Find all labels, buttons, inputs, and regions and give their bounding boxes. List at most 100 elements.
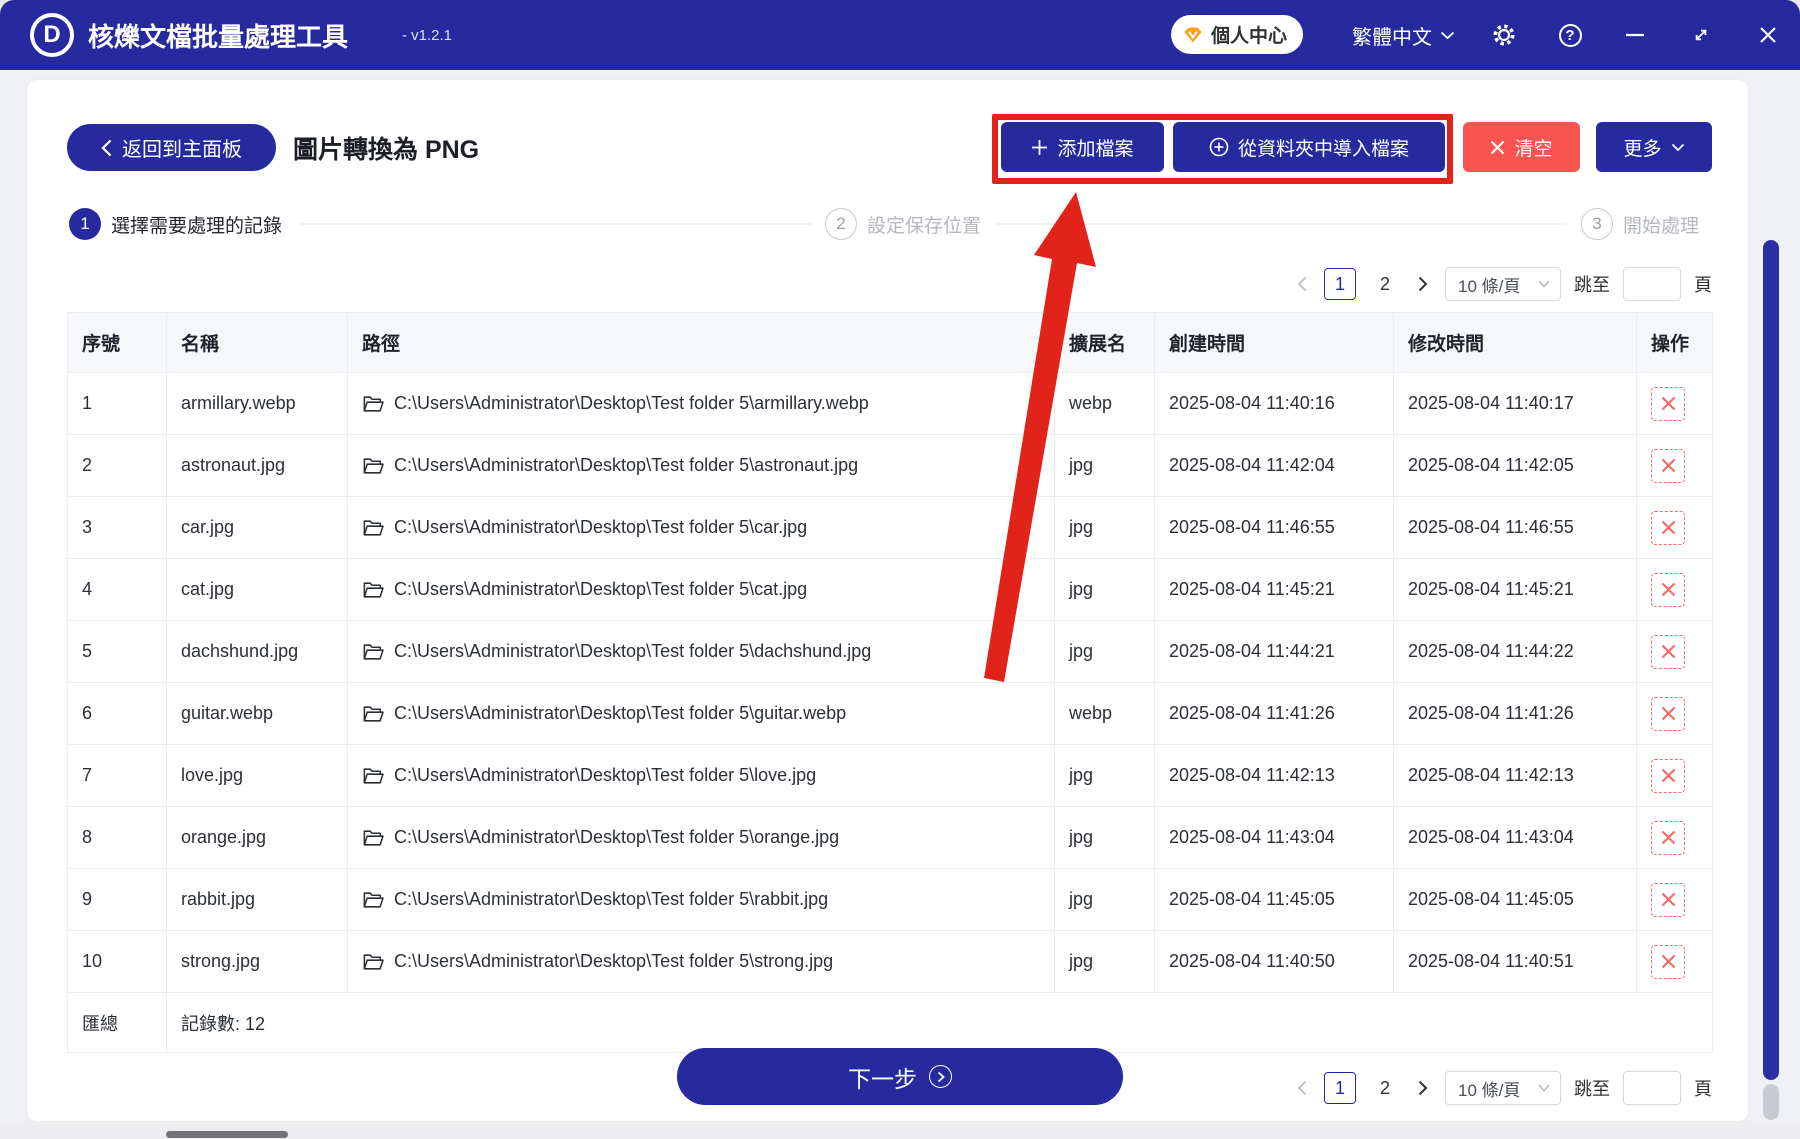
cell-index: 10 bbox=[68, 931, 167, 993]
page-1-button[interactable]: 1 bbox=[1324, 268, 1356, 300]
prev-page-button[interactable] bbox=[1293, 268, 1311, 300]
cell-ext: jpg bbox=[1055, 435, 1155, 497]
table-row: 5 dachshund.jpg C:\Users\Administrator\D… bbox=[68, 621, 1713, 683]
cell-created: 2025-08-04 11:41:26 bbox=[1155, 683, 1394, 745]
delete-x-icon bbox=[1661, 954, 1676, 969]
add-files-button[interactable]: 添加檔案 bbox=[1001, 122, 1164, 172]
table-row: 8 orange.jpg C:\Users\Administrator\Desk… bbox=[68, 807, 1713, 869]
cell-name: love.jpg bbox=[167, 745, 348, 807]
page-size-select[interactable]: 10 條/頁 bbox=[1445, 1071, 1561, 1105]
delete-row-button[interactable] bbox=[1651, 759, 1685, 793]
prev-page-button[interactable] bbox=[1293, 1072, 1311, 1104]
cell-created: 2025-08-04 11:40:16 bbox=[1155, 373, 1394, 435]
circle-plus-icon bbox=[1209, 137, 1229, 157]
cell-created: 2025-08-04 11:42:13 bbox=[1155, 745, 1394, 807]
table-row: 1 armillary.webp C:\Users\Administrator\… bbox=[68, 373, 1713, 435]
back-to-dashboard-button[interactable]: 返回到主面板 bbox=[67, 124, 276, 171]
delete-x-icon bbox=[1661, 520, 1676, 535]
file-path: C:\Users\Administrator\Desktop\Test fold… bbox=[394, 765, 816, 786]
open-folder-icon bbox=[362, 580, 384, 600]
settings-button[interactable] bbox=[1486, 0, 1522, 70]
cell-path: C:\Users\Administrator\Desktop\Test fold… bbox=[348, 435, 1055, 497]
maximize-icon bbox=[1692, 26, 1710, 44]
vip-gem-icon bbox=[1183, 26, 1203, 44]
delete-row-button[interactable] bbox=[1651, 387, 1685, 421]
cell-ext: jpg bbox=[1055, 745, 1155, 807]
cell-created: 2025-08-04 11:46:55 bbox=[1155, 497, 1394, 559]
next-step-button[interactable]: 下一步 bbox=[677, 1048, 1123, 1105]
delete-row-button[interactable] bbox=[1651, 449, 1685, 483]
cell-actions bbox=[1637, 807, 1713, 869]
next-page-button[interactable] bbox=[1414, 268, 1432, 300]
delete-row-button[interactable] bbox=[1651, 573, 1685, 607]
summary-value: 記錄數: 12 bbox=[167, 993, 1713, 1053]
delete-row-button[interactable] bbox=[1651, 945, 1685, 979]
user-center-button[interactable]: 個人中心 bbox=[1171, 15, 1303, 54]
open-folder-icon bbox=[362, 394, 384, 414]
cell-path: C:\Users\Administrator\Desktop\Test fold… bbox=[348, 497, 1055, 559]
cell-modified: 2025-08-04 11:45:05 bbox=[1394, 869, 1637, 931]
col-header-actions: 操作 bbox=[1637, 313, 1713, 373]
col-header-name: 名稱 bbox=[167, 313, 348, 373]
cell-created: 2025-08-04 11:45:21 bbox=[1155, 559, 1394, 621]
help-icon: ? bbox=[1559, 24, 1582, 47]
chevron-down-icon bbox=[1538, 280, 1550, 288]
cell-modified: 2025-08-04 11:41:26 bbox=[1394, 683, 1637, 745]
delete-x-icon bbox=[1661, 768, 1676, 783]
jump-page-input[interactable] bbox=[1623, 1071, 1681, 1105]
delete-row-button[interactable] bbox=[1651, 697, 1685, 731]
close-button[interactable] bbox=[1750, 0, 1786, 70]
cell-modified: 2025-08-04 11:44:22 bbox=[1394, 621, 1637, 683]
vertical-scrollbar-track[interactable] bbox=[1763, 1084, 1779, 1120]
plus-icon bbox=[1031, 139, 1048, 156]
delete-row-button[interactable] bbox=[1651, 511, 1685, 545]
circle-arrow-right-icon bbox=[929, 1065, 952, 1088]
page-2-button[interactable]: 2 bbox=[1369, 1072, 1401, 1104]
cell-actions bbox=[1637, 497, 1713, 559]
table-header-row: 序號 名稱 路徑 擴展名 創建時間 修改時間 操作 bbox=[68, 313, 1713, 373]
file-path: C:\Users\Administrator\Desktop\Test fold… bbox=[394, 827, 839, 848]
cell-modified: 2025-08-04 11:40:17 bbox=[1394, 373, 1637, 435]
page-1-button[interactable]: 1 bbox=[1324, 1072, 1356, 1104]
page-size-select[interactable]: 10 條/頁 bbox=[1445, 267, 1561, 301]
jump-page-input[interactable] bbox=[1623, 267, 1681, 301]
next-page-button[interactable] bbox=[1414, 1072, 1432, 1104]
open-folder-icon bbox=[362, 890, 384, 910]
files-table: 序號 名稱 路徑 擴展名 創建時間 修改時間 操作 1 armillary.we… bbox=[67, 312, 1713, 1053]
cell-name: strong.jpg bbox=[167, 931, 348, 993]
cell-index: 7 bbox=[68, 745, 167, 807]
chevron-down-icon bbox=[1671, 143, 1685, 152]
cell-path: C:\Users\Administrator\Desktop\Test fold… bbox=[348, 807, 1055, 869]
more-button[interactable]: 更多 bbox=[1596, 122, 1712, 172]
cell-index: 1 bbox=[68, 373, 167, 435]
cell-path: C:\Users\Administrator\Desktop\Test fold… bbox=[348, 869, 1055, 931]
table-row: 9 rabbit.jpg C:\Users\Administrator\Desk… bbox=[68, 869, 1713, 931]
step-connector bbox=[995, 223, 1567, 225]
cell-ext: jpg bbox=[1055, 559, 1155, 621]
horizontal-scrollbar-thumb[interactable] bbox=[166, 1131, 288, 1138]
summary-row: 匯總 記錄數: 12 bbox=[68, 993, 1713, 1053]
cell-name: astronaut.jpg bbox=[167, 435, 348, 497]
minimize-button[interactable] bbox=[1617, 0, 1653, 70]
page-size-value: 10 條/頁 bbox=[1458, 1076, 1520, 1101]
col-header-ext: 擴展名 bbox=[1055, 313, 1155, 373]
help-button[interactable]: ? bbox=[1552, 0, 1588, 70]
open-folder-icon bbox=[362, 766, 384, 786]
step-1-label: 選擇需要處理的記錄 bbox=[111, 208, 282, 240]
maximize-button[interactable] bbox=[1683, 0, 1719, 70]
page-2-button[interactable]: 2 bbox=[1369, 268, 1401, 300]
language-selector[interactable]: 繁體中文 bbox=[1352, 0, 1455, 70]
table-row: 10 strong.jpg C:\Users\Administrator\Des… bbox=[68, 931, 1713, 993]
cell-path: C:\Users\Administrator\Desktop\Test fold… bbox=[348, 683, 1055, 745]
delete-row-button[interactable] bbox=[1651, 821, 1685, 855]
import-from-folder-button[interactable]: 從資料夾中導入檔案 bbox=[1173, 122, 1445, 172]
vertical-scrollbar-thumb[interactable] bbox=[1763, 240, 1779, 1080]
clear-button[interactable]: 清空 bbox=[1463, 122, 1580, 172]
chevron-down-icon bbox=[1440, 31, 1455, 40]
delete-row-button[interactable] bbox=[1651, 635, 1685, 669]
step-3-indicator: 3 bbox=[1581, 208, 1613, 240]
cell-actions bbox=[1637, 683, 1713, 745]
cell-actions bbox=[1637, 621, 1713, 683]
delete-row-button[interactable] bbox=[1651, 883, 1685, 917]
cell-actions bbox=[1637, 559, 1713, 621]
